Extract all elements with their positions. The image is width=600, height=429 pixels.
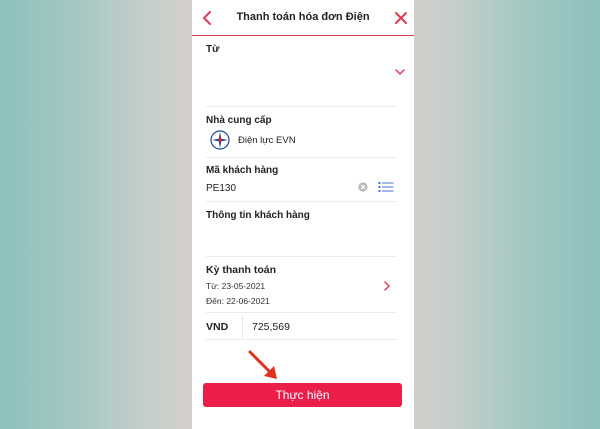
billing-period-from: Từ: 23-05-2021 [206, 281, 266, 291]
provider-name: Điện lực EVN [238, 135, 296, 146]
submit-button[interactable]: Thực hiện [203, 383, 402, 407]
provider-label: Nhà cung cấp [206, 115, 272, 126]
amount-divider [242, 316, 243, 338]
contact-list-icon[interactable] [378, 181, 394, 193]
clear-icon[interactable] [358, 182, 368, 192]
chevron-right-icon[interactable] [382, 280, 392, 292]
customer-code-input[interactable] [206, 183, 346, 194]
divider [206, 106, 396, 107]
header-bar: Thanh toán hóa đơn Điện [192, 0, 414, 36]
currency-label: VND [206, 321, 229, 333]
divider [206, 256, 396, 257]
divider [206, 339, 396, 340]
divider [206, 312, 396, 313]
billing-period-row[interactable]: Kỳ thanh toán Từ: 23-05-2021 Đến: 22-06-… [206, 262, 396, 310]
divider [206, 157, 396, 158]
billing-period-label: Kỳ thanh toán [206, 264, 276, 276]
hint-arrow-icon [248, 350, 277, 379]
from-account-select[interactable] [206, 56, 396, 104]
customer-code-label: Mã khách hàng [206, 165, 279, 176]
close-icon[interactable] [393, 10, 409, 26]
customer-info-label: Thông tin khách hàng [206, 210, 310, 221]
evn-logo-icon [210, 130, 230, 150]
chevron-down-icon[interactable] [394, 66, 406, 78]
amount-value: 725,569 [252, 321, 290, 333]
phone-screen: Thanh toán hóa đơn Điện Từ Nhà cung cấp … [192, 0, 414, 429]
back-chevron-left-icon[interactable] [198, 9, 216, 27]
page-title: Thanh toán hóa đơn Điện [236, 11, 370, 23]
billing-period-to: Đến: 22-06-2021 [206, 296, 270, 306]
from-account-label: Từ [206, 44, 220, 55]
divider [206, 201, 396, 202]
